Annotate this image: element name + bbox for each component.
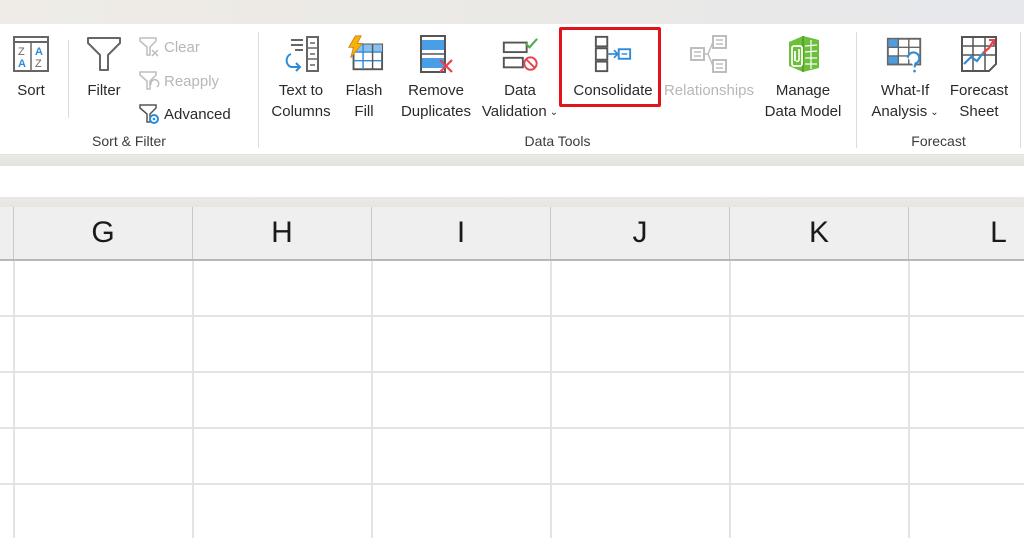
column-header-k[interactable]: K <box>730 207 909 259</box>
filter-button[interactable]: Filter <box>82 24 126 101</box>
funnel-icon <box>84 34 124 74</box>
column-header-partial[interactable] <box>0 207 14 259</box>
manage-data-model-label: Manage Data Model <box>765 80 842 122</box>
label-line-2: Analysis <box>871 103 928 120</box>
text-to-columns-label: Text to Columns <box>271 80 330 122</box>
label-line-2: Duplicates <box>400 103 472 120</box>
filter-label: Filter <box>87 82 121 99</box>
svg-text:A: A <box>35 46 43 58</box>
relationships-label: Relationships <box>663 82 755 99</box>
data-validation-label: Data Validation ⌄ <box>482 80 558 123</box>
svg-text:Z: Z <box>18 46 25 58</box>
advanced-filter-icon <box>137 102 161 126</box>
label-line-1: Text to <box>278 82 324 99</box>
grid-row-line <box>0 483 1024 485</box>
group-label-forecast: Forecast <box>911 133 966 149</box>
grid-row-line <box>0 371 1024 373</box>
text-to-columns-button[interactable]: Text to Columns <box>267 24 335 122</box>
forecast-sheet-button[interactable]: Forecast Sheet <box>945 24 1013 122</box>
svg-text:A: A <box>18 58 26 70</box>
reapply-label: Reapply <box>164 72 220 90</box>
remove-duplicates-icon <box>416 34 456 74</box>
cell-grid[interactable] <box>0 261 1024 538</box>
what-if-analysis-label: What-If Analysis ⌄ <box>871 80 938 123</box>
column-header-l[interactable]: L <box>909 207 1024 259</box>
formula-bar[interactable] <box>0 166 1024 197</box>
grid-column-line <box>371 261 373 538</box>
label-line-1: Manage <box>775 82 831 99</box>
group-sort-filter: Z A A Z Sort Filter Clear Reapply Advanc… <box>0 24 258 155</box>
divider <box>68 40 69 118</box>
forecast-sheet-icon <box>959 34 999 74</box>
grid-row-line <box>0 427 1024 429</box>
chevron-down-icon: ⌄ <box>930 106 939 118</box>
ribbon-data-tab: Z A A Z Sort Filter Clear Reapply Advanc… <box>0 24 1024 155</box>
svg-text:Z: Z <box>35 58 42 70</box>
ribbon-bottom-border <box>0 155 1024 166</box>
grid-column-line <box>550 261 552 538</box>
label-line-1: Remove <box>408 82 464 99</box>
clear-label: Clear <box>164 38 200 56</box>
flash-fill-button[interactable]: Flash Fill <box>341 24 387 122</box>
column-header-i[interactable]: I <box>372 207 551 259</box>
relationships-icon <box>689 34 729 74</box>
label-line-1: Forecast <box>949 82 1009 99</box>
label-line-2: Validation <box>481 103 547 120</box>
grid-column-line <box>729 261 731 538</box>
label-line-2: Fill <box>354 103 374 120</box>
consolidate-button[interactable]: Consolidate <box>565 24 661 101</box>
text-to-columns-icon <box>281 34 321 74</box>
label-line-1: Flash <box>345 82 383 99</box>
reapply-filter-icon <box>137 69 161 93</box>
label-line-1: Data <box>504 82 536 99</box>
sort-label: Sort <box>17 82 45 99</box>
reapply-filter-button[interactable]: Reapply <box>137 67 219 95</box>
remove-duplicates-button[interactable]: Remove Duplicates <box>397 24 475 122</box>
column-header-row: G H I J K L <box>0 207 1024 261</box>
data-validation-button[interactable]: Data Validation ⌄ <box>479 24 561 123</box>
flash-fill-label: Flash Fill <box>346 80 383 122</box>
label-line-1: What-If <box>880 82 930 99</box>
remove-duplicates-label: Remove Duplicates <box>401 80 471 122</box>
consolidate-icon <box>593 34 633 74</box>
label-line-2: Columns <box>271 103 331 120</box>
advanced-filter-button[interactable]: Advanced <box>137 100 231 128</box>
group-label-sort-filter: Sort & Filter <box>92 133 166 149</box>
chevron-down-icon: ⌄ <box>549 106 559 118</box>
data-validation-icon <box>500 34 540 74</box>
grid-column-line <box>13 261 15 538</box>
what-if-analysis-button[interactable]: What-If Analysis ⌄ <box>867 24 943 123</box>
forecast-sheet-label: Forecast Sheet <box>950 80 1008 122</box>
grid-row-line <box>0 315 1024 317</box>
consolidate-label: Consolidate <box>573 82 653 99</box>
clear-filter-icon <box>137 35 161 59</box>
column-header-j[interactable]: J <box>551 207 730 259</box>
group-forecast: What-If Analysis ⌄ Forecast Sheet Foreca… <box>857 24 1020 155</box>
formula-bar-bottom-border <box>0 197 1024 207</box>
what-if-icon <box>885 34 925 74</box>
label-line-2: Sheet <box>959 103 999 120</box>
clear-filter-button[interactable]: Clear <box>137 33 200 61</box>
column-header-h[interactable]: H <box>193 207 372 259</box>
group-data-tools: Text to Columns Flash Fill Remove Duplic… <box>259 24 856 155</box>
sort-az-icon: Z A A Z <box>11 34 51 74</box>
column-header-g[interactable]: G <box>14 207 193 259</box>
data-model-icon <box>783 34 823 74</box>
sort-button[interactable]: Z A A Z Sort <box>8 24 54 101</box>
label-line-2: Data Model <box>764 103 842 120</box>
grid-column-line <box>908 261 910 538</box>
flash-fill-icon <box>344 34 384 74</box>
group-divider <box>1020 32 1021 148</box>
title-bar-strip <box>0 0 1024 24</box>
grid-column-line <box>192 261 194 538</box>
manage-data-model-button[interactable]: Manage Data Model <box>759 24 847 122</box>
relationships-button[interactable]: Relationships <box>661 24 757 101</box>
group-label-data-tools: Data Tools <box>524 133 591 149</box>
advanced-label: Advanced <box>164 105 231 123</box>
